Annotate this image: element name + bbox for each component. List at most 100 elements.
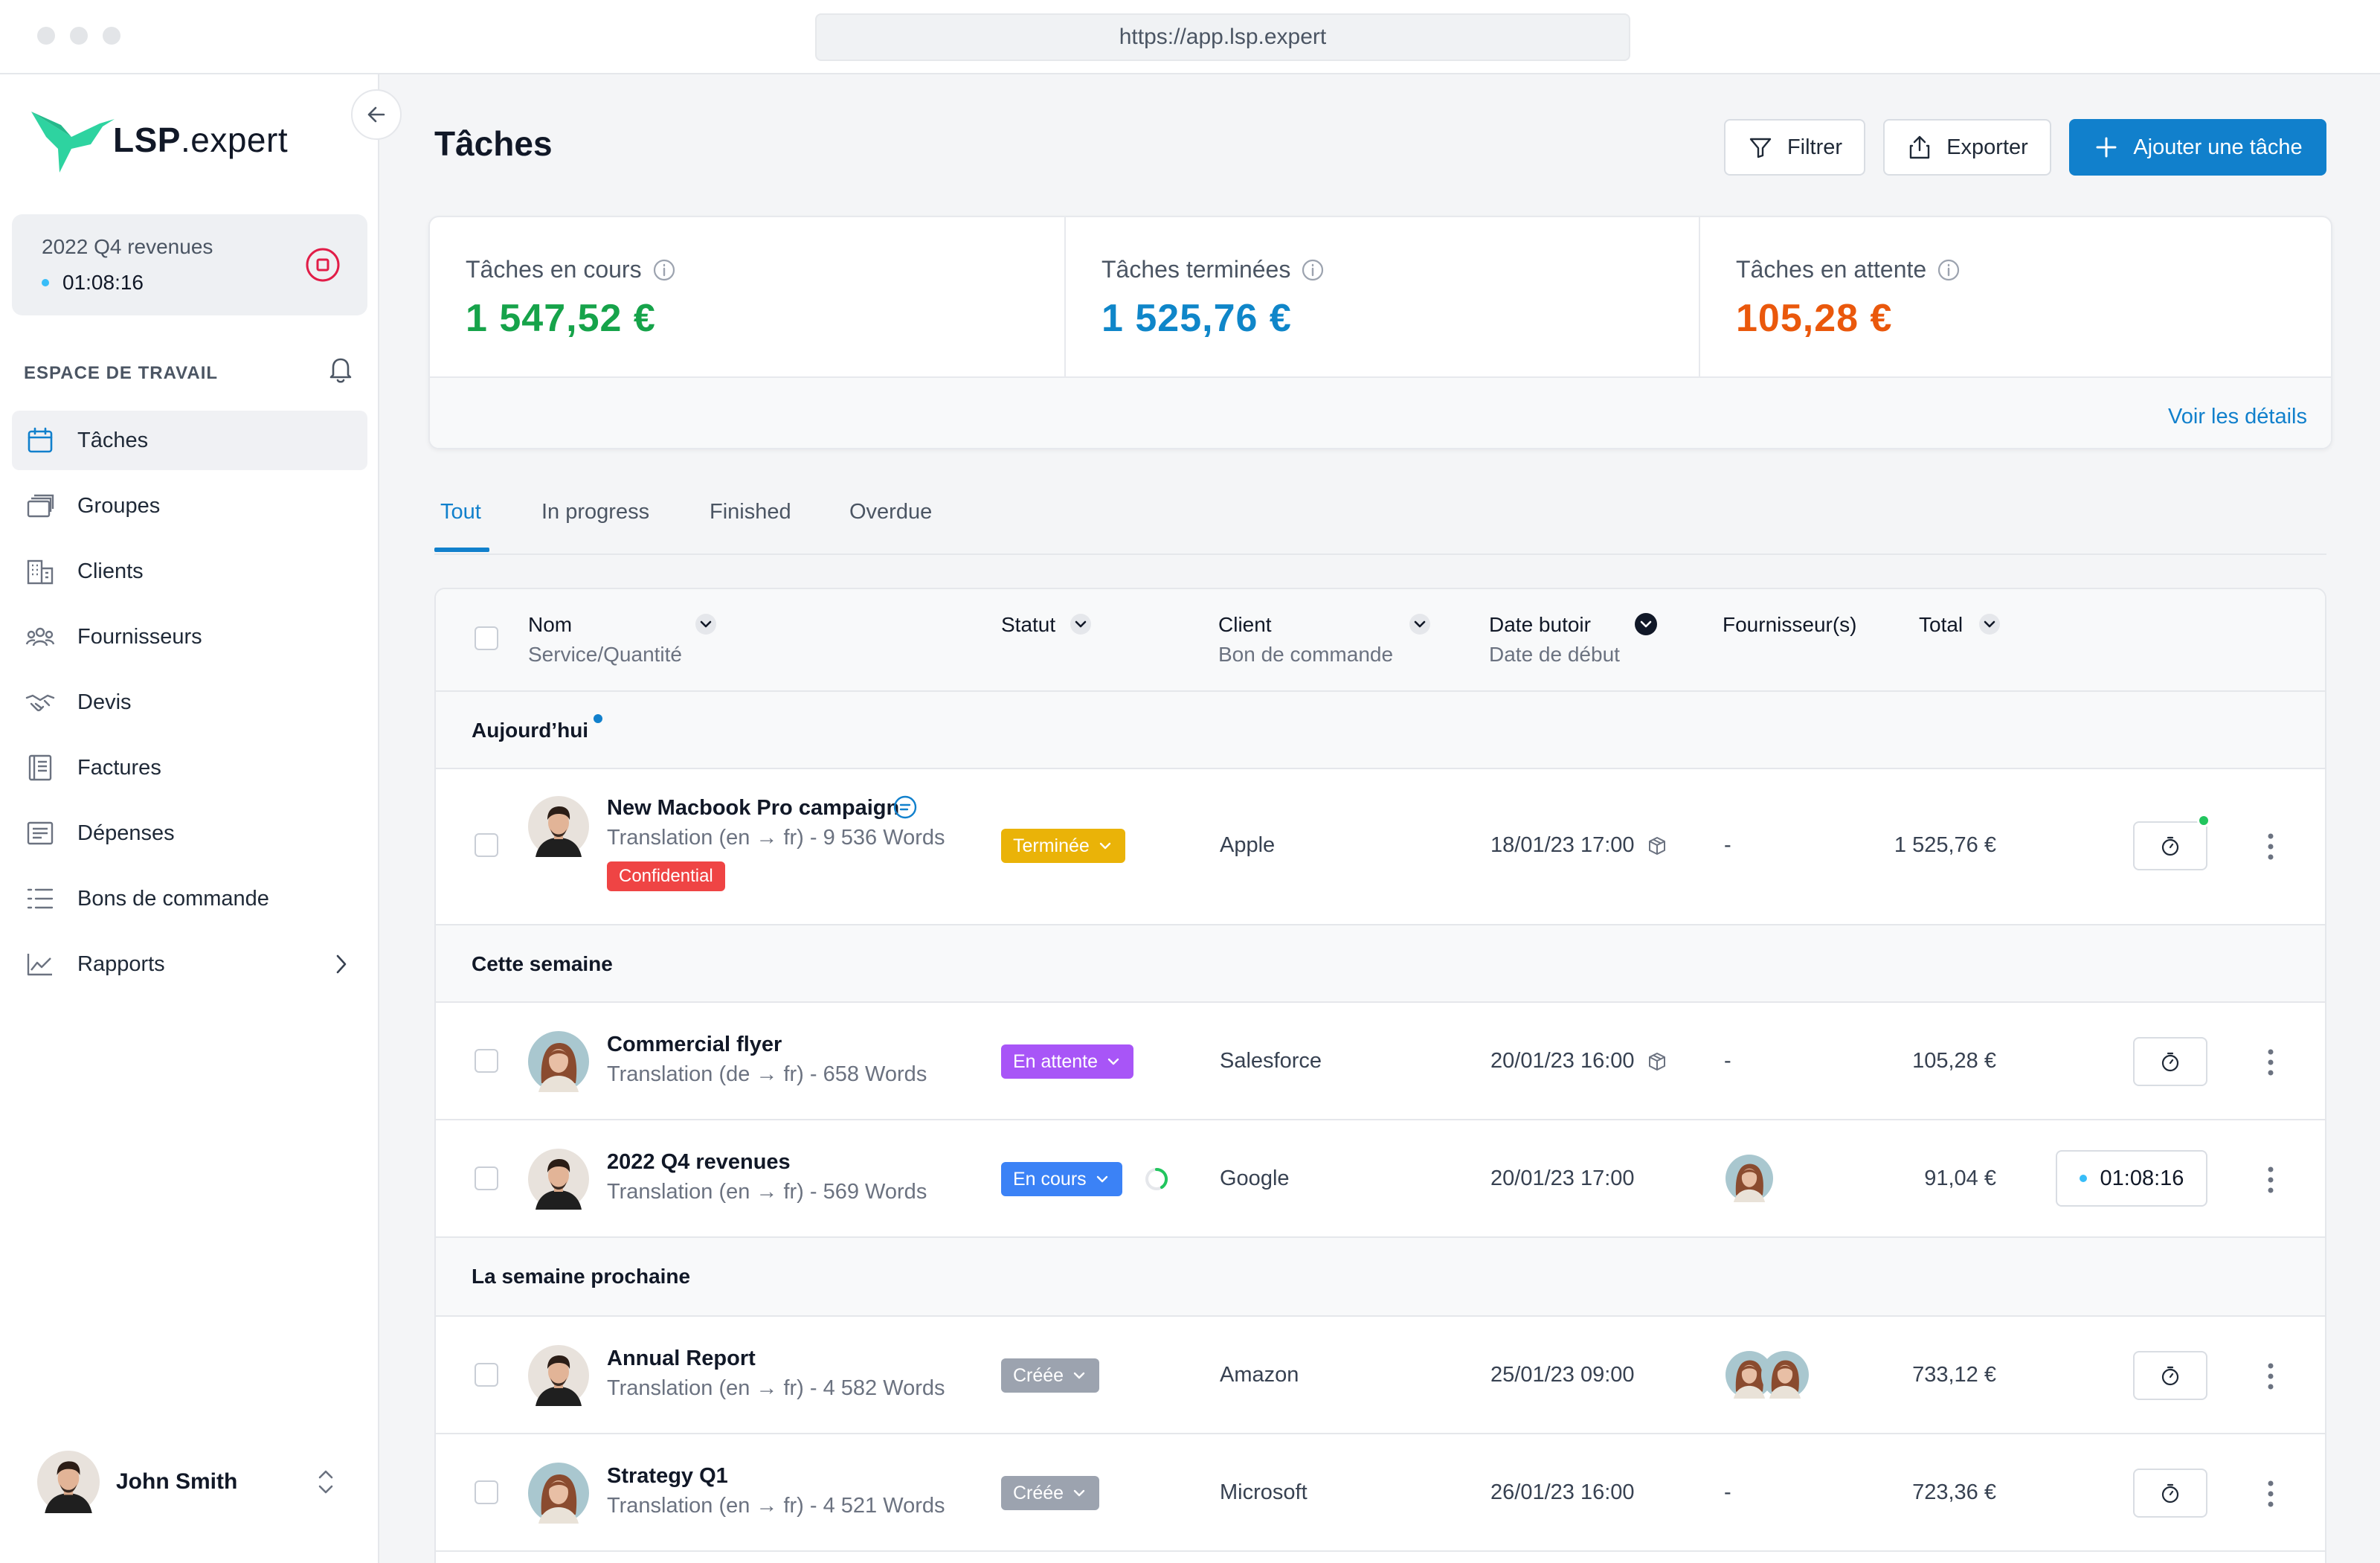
more-options-icon[interactable] <box>2265 1361 2276 1391</box>
brand-name: LSP.expert <box>113 121 289 159</box>
table-row[interactable]: New Macbook Pro campaign Translation (en… <box>436 769 2325 925</box>
calendar-icon <box>28 427 53 453</box>
column-suppliers[interactable]: Fournisseur(s) <box>1723 613 1856 637</box>
group-header-this-week: Cette semaine <box>436 925 2325 1003</box>
chevron-up-down-icon[interactable] <box>312 1464 339 1500</box>
info-icon[interactable] <box>1301 258 1325 282</box>
status-label: En attente <box>1013 1050 1098 1072</box>
supplier-empty: - <box>1724 1049 1731 1073</box>
sidebar-item-bons-de-commande[interactable]: Bons de commande <box>12 869 367 928</box>
progress-spinner-icon <box>1145 1167 1168 1190</box>
share-export-icon <box>1909 135 1930 159</box>
user-profile[interactable]: John Smith <box>37 1451 237 1513</box>
active-timer-card[interactable]: 2022 Q4 revenues 01:08:16 <box>12 214 367 315</box>
column-deadline[interactable]: Date butoir Date de début <box>1489 613 1620 667</box>
comment-icon[interactable] <box>892 795 918 820</box>
sidebar-item-factures[interactable]: Factures <box>12 738 367 797</box>
window-maximize-dot[interactable] <box>103 27 120 45</box>
bell-icon[interactable] <box>324 353 357 385</box>
chevron-down-icon[interactable] <box>695 613 717 635</box>
window-controls <box>37 27 120 45</box>
window-close-dot[interactable] <box>37 27 55 45</box>
tab-overdue[interactable]: Overdue <box>849 500 932 524</box>
sidebar-item-devis[interactable]: Devis <box>12 673 367 732</box>
row-checkbox[interactable] <box>475 1049 498 1073</box>
brand-logo[interactable]: LSP.expert <box>28 104 288 176</box>
chart-icon <box>27 954 52 976</box>
row-checkbox[interactable] <box>475 1480 498 1504</box>
task-name[interactable]: 2022 Q4 revenues <box>607 1150 791 1175</box>
tab-finished[interactable]: Finished <box>710 500 791 524</box>
start-timer-button[interactable] <box>2133 821 2207 870</box>
client-name: Amazon <box>1220 1363 1299 1387</box>
sidebar-item-fournisseurs[interactable]: Fournisseurs <box>12 607 367 667</box>
address-bar[interactable]: https://app.lsp.expert <box>815 13 1630 61</box>
handshake-icon <box>25 694 55 712</box>
status-dropdown[interactable]: Créée <box>1001 1358 1100 1393</box>
sidebar-item-label: Tâches <box>77 428 149 452</box>
filter-button[interactable]: Filtrer <box>1724 119 1865 176</box>
task-name[interactable]: Annual Report <box>607 1347 756 1371</box>
column-status[interactable]: Statut <box>1001 613 1055 637</box>
add-task-button[interactable]: Ajouter une tâche <box>2069 119 2326 176</box>
chevron-down-active-icon[interactable] <box>1635 613 1657 635</box>
status-dropdown[interactable]: Créée <box>1001 1476 1100 1510</box>
export-button[interactable]: Exporter <box>1883 119 2051 176</box>
deadline: 25/01/23 09:00 <box>1490 1363 1635 1387</box>
stat-value: 1 525,76 € <box>1101 297 1292 340</box>
sidebar-item-groupes[interactable]: Groupes <box>12 476 367 536</box>
table-row[interactable]: Annual Report Translation (en → fr) - 4 … <box>436 1317 2325 1434</box>
more-options-icon[interactable] <box>2265 832 2276 861</box>
stats-footer: Voir les détails <box>430 376 2331 448</box>
confidential-badge: Confidential <box>607 861 725 891</box>
chevron-down-icon[interactable] <box>1070 613 1092 635</box>
chevron-down-icon[interactable] <box>1978 613 2001 635</box>
collapse-sidebar-button[interactable] <box>351 89 402 140</box>
running-timer-button[interactable]: 01:08:16 <box>2056 1150 2207 1207</box>
table-row[interactable]: Strategy Q1 Translation (en → fr) - 4 52… <box>436 1434 2325 1552</box>
status-dropdown[interactable]: En cours <box>1001 1162 1122 1196</box>
info-icon[interactable] <box>652 258 676 282</box>
status-label: En cours <box>1013 1168 1087 1190</box>
start-timer-button[interactable] <box>2133 1469 2207 1518</box>
status-dropdown[interactable]: Terminée <box>1001 829 1125 863</box>
sidebar-item-taches[interactable]: Tâches <box>12 411 367 470</box>
tab-all[interactable]: Tout <box>440 500 481 524</box>
info-icon[interactable] <box>1937 258 1961 282</box>
column-client[interactable]: Client Bon de commande <box>1218 613 1393 667</box>
column-total[interactable]: Total <box>1919 613 1963 637</box>
more-options-icon[interactable] <box>2265 1165 2276 1195</box>
table-row[interactable]: 2022 Q4 revenues Translation (en → fr) -… <box>436 1120 2325 1238</box>
stop-timer-icon[interactable] <box>303 245 342 284</box>
user-name: John Smith <box>116 1469 238 1494</box>
more-options-icon[interactable] <box>2265 1479 2276 1509</box>
browser-chrome: https://app.lsp.expert <box>0 0 2380 74</box>
row-checkbox[interactable] <box>475 833 498 857</box>
supplier-avatar[interactable] <box>1761 1351 1809 1399</box>
status-dropdown[interactable]: En attente <box>1001 1044 1133 1079</box>
sidebar-item-label: Factures <box>77 755 161 780</box>
task-service: Translation (en → fr) - 4 582 Words <box>607 1376 945 1400</box>
supplier-avatar[interactable] <box>1726 1155 1773 1202</box>
window-minimize-dot[interactable] <box>70 27 88 45</box>
select-all-checkbox[interactable] <box>475 626 498 650</box>
start-timer-button[interactable] <box>2133 1037 2207 1086</box>
tab-in-progress[interactable]: In progress <box>541 500 649 524</box>
stopwatch-icon <box>2161 1366 2179 1386</box>
view-details-link[interactable]: Voir les détails <box>2168 405 2307 429</box>
task-name[interactable]: New Macbook Pro campaign <box>607 796 899 821</box>
column-deadline-label: Date butoir <box>1489 613 1591 636</box>
table-row[interactable]: Commercial flyer Translation (de → fr) -… <box>436 1003 2325 1120</box>
column-name[interactable]: Nom Service/Quantité <box>528 613 682 667</box>
task-name[interactable]: Strategy Q1 <box>607 1464 728 1489</box>
sidebar-item-clients[interactable]: Clients <box>12 542 367 601</box>
more-options-icon[interactable] <box>2265 1047 2276 1077</box>
chevron-down-icon[interactable] <box>1409 613 1431 635</box>
task-name[interactable]: Commercial flyer <box>607 1033 782 1057</box>
row-checkbox[interactable] <box>475 1363 498 1387</box>
sidebar-item-rapports[interactable]: Rapports <box>12 934 367 994</box>
active-timer-elapsed: 01:08:16 <box>62 271 144 294</box>
start-timer-button[interactable] <box>2133 1351 2207 1400</box>
sidebar-item-depenses[interactable]: Dépenses <box>12 803 367 863</box>
row-checkbox[interactable] <box>475 1166 498 1190</box>
